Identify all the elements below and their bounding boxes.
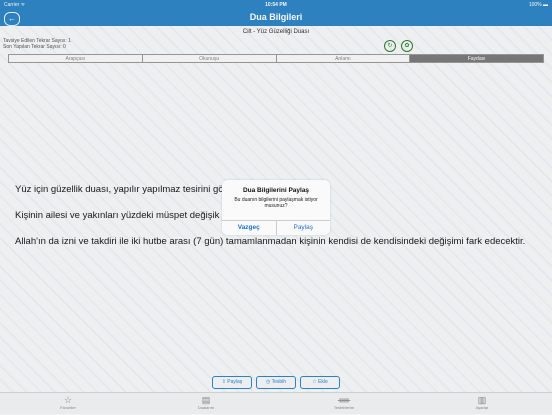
- alert-message: Bu duanın bilgilerini paylaşmak istiyor …: [234, 197, 318, 209]
- alert-title: Dua Bilgilerini Paylaş: [242, 187, 310, 194]
- cancel-button[interactable]: Vazgeç: [222, 221, 277, 235]
- confirm-share-button[interactable]: Paylaş: [277, 221, 331, 235]
- share-alert-dialog: Dua Bilgilerini Paylaş Bu duanın bilgile…: [222, 180, 330, 235]
- alert-buttons: Vazgeç Paylaş: [222, 220, 330, 235]
